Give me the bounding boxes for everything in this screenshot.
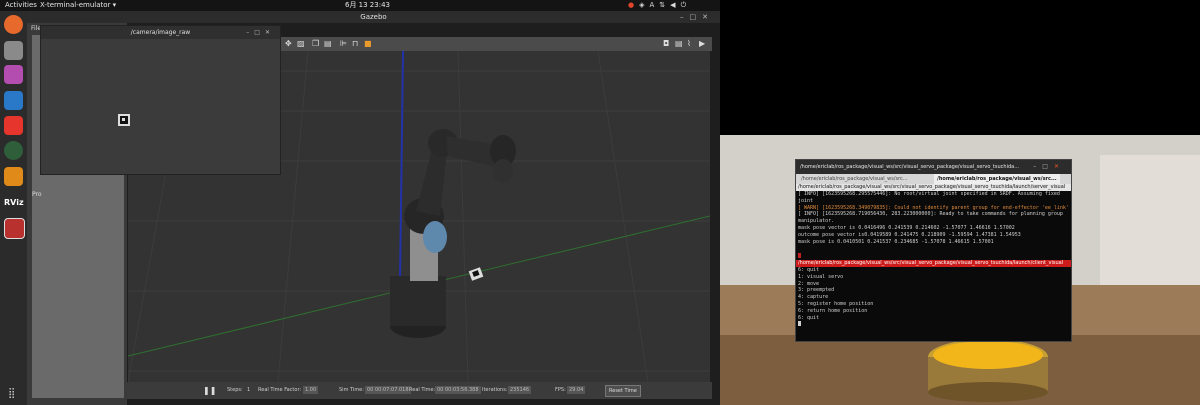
steps-label: Steps: bbox=[227, 387, 243, 393]
log-line: [ INFO] [1623595268.719056430, 283.22300… bbox=[798, 211, 1063, 225]
paste-icon[interactable]: ▤ bbox=[324, 39, 332, 48]
terminal-titlebar[interactable]: /home/ericlab/ros_package/visual_ws/src/… bbox=[796, 160, 1071, 174]
dock: RViz ⣿ bbox=[0, 11, 27, 405]
pane-client-title[interactable]: /home/ericlab/ros_package/visual_ws/src/… bbox=[796, 260, 1071, 267]
terminator-window: /home/ericlab/ros_package/visual_ws/src/… bbox=[795, 159, 1072, 342]
firefox-icon[interactable] bbox=[4, 15, 23, 34]
close-icon[interactable]: ✕ bbox=[1054, 163, 1065, 170]
iterations-label: Iterations: bbox=[482, 387, 508, 393]
anydesk-tray-icon: ◈ bbox=[639, 1, 650, 9]
gazebo-title: Gazebo bbox=[360, 13, 387, 21]
iterations-value: 235146 bbox=[508, 386, 532, 394]
video-icon[interactable]: ▶ bbox=[699, 39, 705, 48]
pane-server-title[interactable]: /home/ericlab/ros_package/visual_ws/src/… bbox=[796, 184, 1071, 191]
log-line: mask pose vector is 0.0416496 0.241539 0… bbox=[798, 224, 1015, 231]
log-line-warn: [ WARN] [1623595268.349079835]: Could no… bbox=[798, 204, 1069, 211]
pane-server-output[interactable]: [ INFO] [1623595268.295575446]: No root/… bbox=[796, 191, 1071, 253]
gazebo-icon[interactable] bbox=[4, 141, 23, 160]
pane-client-output[interactable]: 6: quit 1: visual servo 2: move 3: preempte… bbox=[796, 267, 1071, 339]
camera-image-window: /camera/image_raw –□✕ bbox=[40, 25, 281, 175]
menu-line: 6: quit bbox=[798, 314, 820, 321]
camera-marker-image bbox=[118, 114, 130, 126]
sim-time-label: Sim Time: bbox=[339, 387, 364, 393]
terminal-cursor bbox=[798, 321, 801, 327]
power-icon: ⏻ bbox=[680, 1, 692, 9]
align-icon[interactable]: ⊫ bbox=[340, 39, 347, 48]
minimize-icon[interactable]: – bbox=[1033, 163, 1042, 170]
gazebo-titlebar[interactable]: Gazebo –□✕ bbox=[27, 11, 720, 23]
pause-icon[interactable]: ❚❚ bbox=[203, 382, 216, 399]
menu-line: 1: visual servo bbox=[798, 273, 844, 280]
terminal-tab-bar: /home/ericlab/ros_package/visual_ws/src.… bbox=[796, 174, 1071, 184]
camera-window-titlebar[interactable]: /camera/image_raw –□✕ bbox=[41, 26, 280, 39]
log-line: [ INFO] [1623595268.295575446]: No root/… bbox=[798, 191, 1060, 204]
camera-screenshot-icon[interactable]: ◘ bbox=[663, 39, 669, 48]
close-icon[interactable]: ✕ bbox=[265, 29, 275, 36]
real-time-value: 00 00:03:56.388 bbox=[435, 386, 481, 394]
steps-value[interactable]: 1 bbox=[247, 382, 250, 399]
fps-label: FPS: bbox=[555, 387, 566, 393]
app-menu[interactable]: X-terminal-emulator ▾ bbox=[40, 0, 116, 11]
plot-icon[interactable]: ⌇ bbox=[687, 39, 691, 48]
menu-line: 2: move bbox=[798, 280, 820, 287]
gazebo-status-bar: ❚❚ Steps: 1 Real Time Factor: 1.00 Sim T… bbox=[127, 382, 712, 399]
files-icon[interactable] bbox=[4, 41, 23, 60]
camera-window-title: /camera/image_raw bbox=[130, 29, 191, 36]
terminal-icon[interactable] bbox=[4, 218, 25, 239]
light-icon[interactable]: ■ bbox=[364, 39, 372, 48]
volume-icon: ◀ bbox=[670, 1, 681, 9]
show-apps-icon[interactable]: ⣿ bbox=[8, 388, 19, 399]
network-icon: ⇅ bbox=[659, 1, 671, 9]
snap-icon[interactable]: ⊓ bbox=[352, 39, 358, 48]
input-method-indicator: A bbox=[649, 1, 660, 9]
minimize-icon[interactable]: – bbox=[680, 13, 690, 21]
anydesk-icon[interactable] bbox=[4, 116, 23, 135]
vscode-icon[interactable] bbox=[4, 91, 23, 110]
ur-robot-arm bbox=[390, 129, 516, 338]
menu-line: 5: register home position bbox=[798, 300, 874, 307]
real-time-label: Real Time: bbox=[409, 387, 436, 393]
app-menu-label: X-terminal-emulator bbox=[40, 1, 111, 9]
screenshot-icon[interactable] bbox=[4, 65, 23, 84]
sim-time-value: 00 00:07:07.018 bbox=[365, 386, 411, 394]
rtf-value: 1.00 bbox=[303, 386, 319, 394]
log-line: outcome pose vector is0.0419589 0.241475… bbox=[798, 231, 1021, 238]
menu-line: 6: return home position bbox=[798, 307, 868, 314]
properties-label: Pro bbox=[32, 191, 42, 198]
terminal-title: /home/ericlab/ros_package/visual_ws/src/… bbox=[800, 164, 1019, 170]
terminal-tab-1[interactable]: /home/ericlab/ros_package/visual_ws/src.… bbox=[798, 174, 911, 184]
maximize-icon[interactable]: □ bbox=[1042, 163, 1054, 170]
fps-value: 29.04 bbox=[567, 386, 586, 394]
layers-icon[interactable] bbox=[4, 167, 23, 186]
close-icon[interactable]: ✕ bbox=[702, 13, 714, 21]
rtf-label: Real Time Factor: bbox=[258, 387, 302, 393]
menu-line: 6: quit bbox=[798, 267, 820, 273]
top-bar: Activities X-terminal-emulator ▾ 6月 13 2… bbox=[0, 0, 720, 11]
maximize-icon[interactable]: □ bbox=[690, 13, 703, 21]
log-icon[interactable]: ▤ bbox=[675, 39, 683, 48]
copy-icon[interactable]: ❐ bbox=[312, 39, 319, 48]
reset-time-button[interactable]: Reset Time bbox=[605, 385, 641, 397]
system-tray[interactable]: ●◈A⇅◀⏻ bbox=[628, 0, 691, 11]
log-line: mask pose is 0.0410501 0.241537 0.234685… bbox=[798, 238, 994, 245]
maximize-icon[interactable]: □ bbox=[254, 29, 265, 36]
terminal-tab-2[interactable]: /home/ericlab/ros_package/visual_ws/src.… bbox=[934, 174, 1060, 184]
clock[interactable]: 6月 13 23:43 bbox=[345, 0, 390, 11]
menu-line: 3: preempted bbox=[798, 287, 835, 294]
pane-cursor bbox=[798, 253, 801, 258]
z-axis-line bbox=[399, 51, 404, 282]
menu-line: 4: capture bbox=[798, 294, 829, 301]
rotate-tool-icon[interactable]: ✥ bbox=[285, 39, 292, 48]
record-icon: ● bbox=[628, 1, 640, 9]
activities-button[interactable]: Activities bbox=[5, 0, 37, 11]
rviz-icon[interactable]: RViz bbox=[4, 193, 24, 212]
scale-tool-icon[interactable]: ▨ bbox=[297, 39, 305, 48]
